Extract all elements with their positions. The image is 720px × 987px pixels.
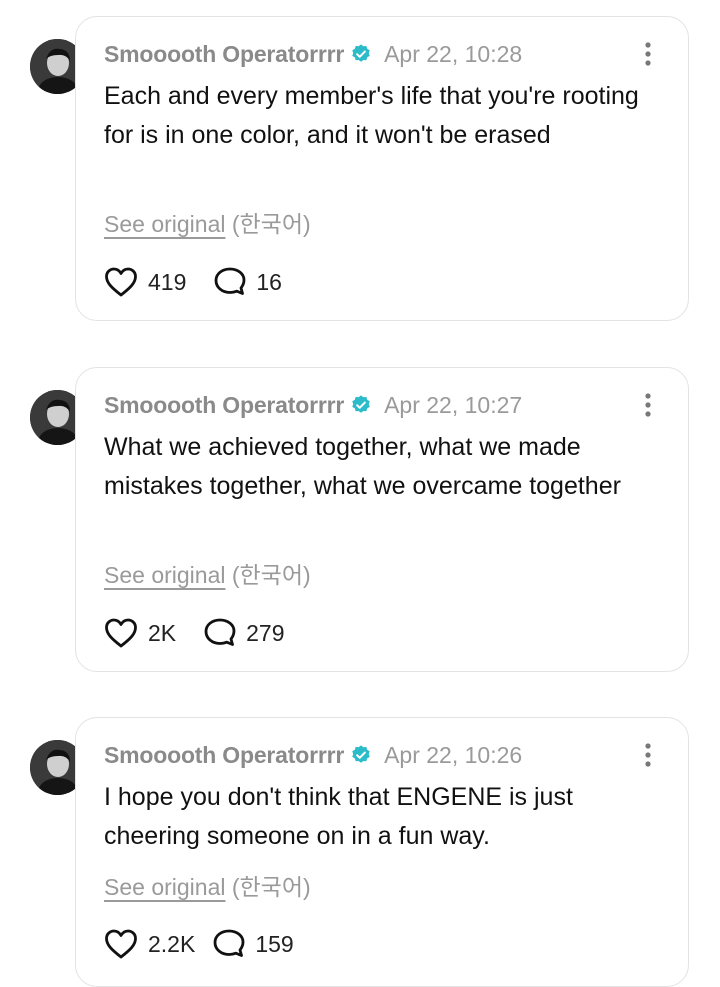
- post-actions: 2K 279: [104, 616, 313, 650]
- timestamp: Apr 22, 10:26: [384, 741, 523, 768]
- post-text: I hope you don't think that ENGENE is ju…: [104, 783, 573, 850]
- verified-badge-icon: [350, 43, 372, 65]
- see-original-link[interactable]: See original: [104, 874, 225, 900]
- comment-count: 159: [255, 930, 294, 957]
- verified-badge-icon: [350, 394, 372, 416]
- comment-button[interactable]: 159: [213, 929, 294, 959]
- post-text: What we achieved together, what we made …: [104, 433, 621, 500]
- original-language: (한국어): [231, 874, 311, 900]
- heart-icon: [105, 618, 137, 648]
- speech-bubble-icon: [204, 618, 236, 646]
- post-card[interactable]: Smooooth Operatorrrr Apr 22, 10:27 What …: [75, 367, 689, 672]
- see-original: See original (한국어): [104, 205, 311, 239]
- timestamp: Apr 22, 10:28: [384, 40, 523, 67]
- like-button[interactable]: 419: [104, 267, 186, 297]
- post-actions: 419 16: [104, 265, 310, 299]
- post-header: Smooooth Operatorrrr Apr 22, 10:26: [104, 740, 522, 770]
- post-card[interactable]: Smooooth Operatorrrr Apr 22, 10:28 Each …: [75, 16, 689, 321]
- post-card[interactable]: Smooooth Operatorrrr Apr 22, 10:26 I hop…: [75, 717, 689, 987]
- see-original: See original (한국어): [104, 868, 311, 902]
- see-original-link[interactable]: See original: [104, 211, 225, 237]
- post-text: Each and every member's life that you're…: [104, 82, 639, 149]
- comment-button[interactable]: 16: [214, 267, 282, 297]
- comment-count: 16: [256, 268, 282, 295]
- more-vertical-icon[interactable]: [644, 742, 652, 768]
- speech-bubble-icon: [214, 267, 246, 295]
- like-count: 2K: [148, 619, 177, 646]
- like-button[interactable]: 2K: [104, 618, 176, 648]
- comment-button[interactable]: 279: [204, 618, 285, 648]
- like-count: 419: [148, 268, 187, 295]
- username[interactable]: Smooooth Operatorrrr: [104, 742, 344, 769]
- see-original-link[interactable]: See original: [104, 562, 225, 588]
- more-vertical-icon[interactable]: [644, 392, 652, 418]
- original-language: (한국어): [231, 211, 311, 237]
- username[interactable]: Smooooth Operatorrrr: [104, 392, 344, 419]
- like-count: 2.2K: [148, 930, 196, 957]
- original-language: (한국어): [231, 562, 311, 588]
- timestamp: Apr 22, 10:27: [384, 391, 523, 418]
- speech-bubble-icon: [213, 929, 245, 957]
- post-header: Smooooth Operatorrrr Apr 22, 10:27: [104, 390, 522, 420]
- post-header: Smooooth Operatorrrr Apr 22, 10:28: [104, 39, 522, 69]
- heart-icon: [105, 929, 137, 959]
- more-vertical-icon[interactable]: [644, 41, 652, 67]
- comment-count: 279: [246, 619, 285, 646]
- heart-icon: [105, 267, 137, 297]
- verified-badge-icon: [350, 744, 372, 766]
- like-button[interactable]: 2.2K: [104, 929, 195, 959]
- post-actions: 2.2K 159: [104, 927, 322, 961]
- see-original: See original (한국어): [104, 556, 311, 590]
- username[interactable]: Smooooth Operatorrrr: [104, 41, 344, 68]
